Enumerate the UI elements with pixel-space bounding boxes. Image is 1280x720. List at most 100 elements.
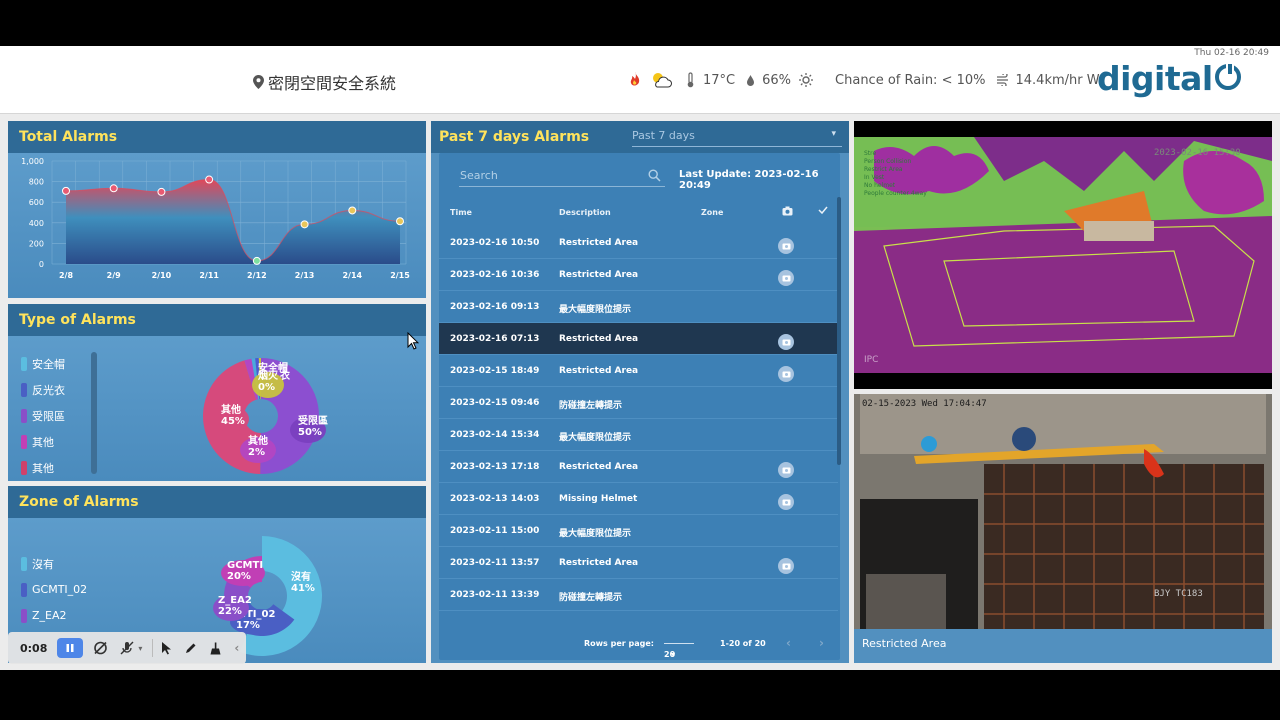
legend-item[interactable]: 沒有 (21, 556, 87, 571)
type-alarms-body: 安全帽 反光衣 受限區 其他 其他 受限區 50% 其他 45% 其他 2% 烟火 0% 安全帽衣 (8, 336, 426, 481)
company-logo: digital (1097, 59, 1241, 98)
table-row[interactable]: 2023-02-16 10:36 Restricted Area (439, 259, 838, 291)
view-image-camera-icon[interactable] (778, 238, 794, 254)
row-time: 2023-02-16 10:50 (450, 238, 540, 248)
row-description: Restricted Area (559, 558, 639, 568)
panel-title: Total Alarms (8, 121, 426, 153)
data-point[interactable] (157, 187, 166, 196)
pie-slice[interactable] (239, 536, 322, 656)
camera-feed-2[interactable]: 02-15-2023 Wed 17:04:47 BJY TC183 (854, 394, 1272, 629)
data-point[interactable] (62, 186, 70, 195)
mic-off-button[interactable] (120, 641, 134, 655)
search-input[interactable]: Search (459, 165, 665, 187)
legend-item[interactable]: 安全帽 (21, 356, 65, 371)
row-description: Restricted Area (559, 270, 639, 280)
legend-label: Z_EA2 (32, 609, 67, 622)
slice-label-name: Z_EA2 (218, 595, 252, 606)
table-row[interactable]: 2023-02-11 13:57 Restricted Area (439, 547, 838, 579)
camera-off-button[interactable] (93, 641, 108, 655)
cam1-overlay-line: No helmet (864, 182, 896, 189)
table-row[interactable]: 2023-02-16 07:13 Restricted Area (439, 323, 838, 355)
sun-icon (799, 73, 814, 87)
data-point[interactable] (396, 217, 404, 226)
table-row[interactable]: 2023-02-15 18:49 Restricted Area (439, 355, 838, 387)
letterbox-top (0, 0, 1280, 46)
view-image-camera-icon[interactable] (778, 462, 794, 478)
view-image-camera-icon[interactable] (778, 494, 794, 510)
cam1-timestamp: 2023-02-16 15:30 (1154, 148, 1241, 158)
cam1-overlay-line: People counter 4way (864, 190, 927, 197)
col-description[interactable]: Description (559, 208, 611, 217)
legend-scrollbar[interactable] (91, 352, 97, 474)
caret-down-icon: ▾ (831, 129, 836, 139)
legend-item[interactable]: Z_EA2 (21, 608, 87, 623)
x-tick-label: 2/12 (247, 271, 267, 280)
total-alarms-chart-area: 1,000 800 600 400 200 0 2/8 2/9 2/10 2/11 2/12 2/13… (8, 153, 426, 298)
table-row[interactable]: 2023-02-16 09:13 最大幅度限位提示 (439, 291, 838, 323)
legend-swatch (21, 382, 27, 397)
col-zone[interactable]: Zone (701, 208, 723, 217)
y-tick-label: 0 (39, 260, 44, 269)
slice-label-pct: 41% (291, 583, 315, 594)
x-tick-label: 2/15 (390, 271, 410, 280)
row-description: Restricted Area (559, 334, 639, 344)
col-time[interactable]: Time (450, 208, 472, 217)
legend-item[interactable]: 反光衣 (21, 382, 65, 397)
past-alarms-panel: Past 7 days Alarms Past 7 days ▾ Search … (431, 121, 849, 663)
table-row[interactable]: 2023-02-15 09:46 防碰撞左轉提示 (439, 387, 838, 419)
camera-2-caption-bar: Restricted Area (854, 629, 1272, 663)
table-row[interactable]: 2023-02-11 15:00 最大幅度限位提示 (439, 515, 838, 547)
y-tick-label: 800 (29, 178, 44, 187)
slice-label-pct: 2% (248, 447, 265, 458)
data-point[interactable] (348, 206, 357, 215)
eraser-tool-button[interactable] (209, 642, 222, 655)
rows-per-page-select[interactable]: 20 ▾ (664, 639, 694, 659)
search-icon[interactable] (648, 169, 661, 182)
data-point[interactable] (252, 256, 261, 265)
row-description: 最大幅度限位提示 (559, 433, 632, 443)
table-row[interactable]: 2023-02-14 15:34 最大幅度限位提示 (439, 419, 838, 451)
legend-item[interactable]: GCMTI_02 (21, 582, 87, 597)
legend-item[interactable]: 其他 (21, 460, 65, 475)
legend-item[interactable]: 受限區 (21, 408, 65, 423)
view-image-camera-icon[interactable] (778, 270, 794, 286)
camera-1-image: 2023-02-16 15:30 StrePerson CollisionRes… (854, 121, 1272, 389)
pen-tool-button[interactable] (184, 642, 197, 655)
check-column-icon[interactable] (818, 205, 828, 217)
row-description: Missing Helmet (559, 494, 638, 504)
humidity-icon (746, 74, 755, 87)
caret-down-icon[interactable]: ▾ (138, 644, 142, 653)
collapse-button[interactable]: ‹ (234, 641, 239, 655)
next-page-button[interactable]: › (819, 636, 824, 650)
table-row[interactable]: 2023-02-13 17:18 Restricted Area (439, 451, 838, 483)
data-point[interactable] (300, 220, 309, 229)
legend-item[interactable]: 其他 (21, 434, 65, 449)
search-placeholder: Search (460, 169, 498, 182)
view-image-camera-icon[interactable] (778, 366, 794, 382)
y-tick-label: 600 (29, 198, 44, 207)
range-dropdown[interactable]: Past 7 days ▾ (632, 129, 842, 147)
view-image-camera-icon[interactable] (778, 334, 794, 350)
logo-ring-icon (1214, 61, 1241, 90)
legend-label: 沒有 (32, 557, 54, 571)
alarms-table-card: Search Last Update: 2023-02-16 20:49 Tim… (439, 153, 841, 660)
pause-button[interactable] (57, 638, 84, 658)
partly-sunny-icon (650, 71, 672, 89)
data-point[interactable] (205, 175, 214, 184)
pointer-tool-button[interactable] (161, 641, 172, 655)
table-row[interactable]: 2023-02-16 10:50 Restricted Area (439, 227, 838, 259)
camera-column-icon[interactable] (782, 206, 793, 218)
total-alarms-panel: Total Alarms 1,000 800 600 400 200 0 2/8 2/9 2/1… (8, 121, 426, 298)
last-update: Last Update: 2023-02-16 20:49 (679, 169, 819, 191)
data-point[interactable] (109, 184, 118, 193)
prev-page-button[interactable]: ‹ (786, 636, 791, 650)
table-row[interactable]: 2023-02-13 14:03 Missing Helmet (439, 483, 838, 515)
table-row[interactable]: 2023-02-11 13:39 防碰撞左轉提示 (439, 579, 838, 611)
table-scrollbar[interactable] (837, 197, 841, 465)
alarm-rows: 2023-02-16 10:50 Restricted Area 2023-02-1… (439, 227, 838, 611)
view-image-camera-icon[interactable] (778, 558, 794, 574)
slice-label-name: 其他 (248, 434, 268, 447)
camera-feed-1[interactable]: 2023-02-16 15:30 Stre Person Collision Res… (854, 121, 1272, 389)
mic-off-icon (120, 641, 134, 655)
site-selector[interactable]: 密閉空間安全系統 (253, 70, 396, 94)
